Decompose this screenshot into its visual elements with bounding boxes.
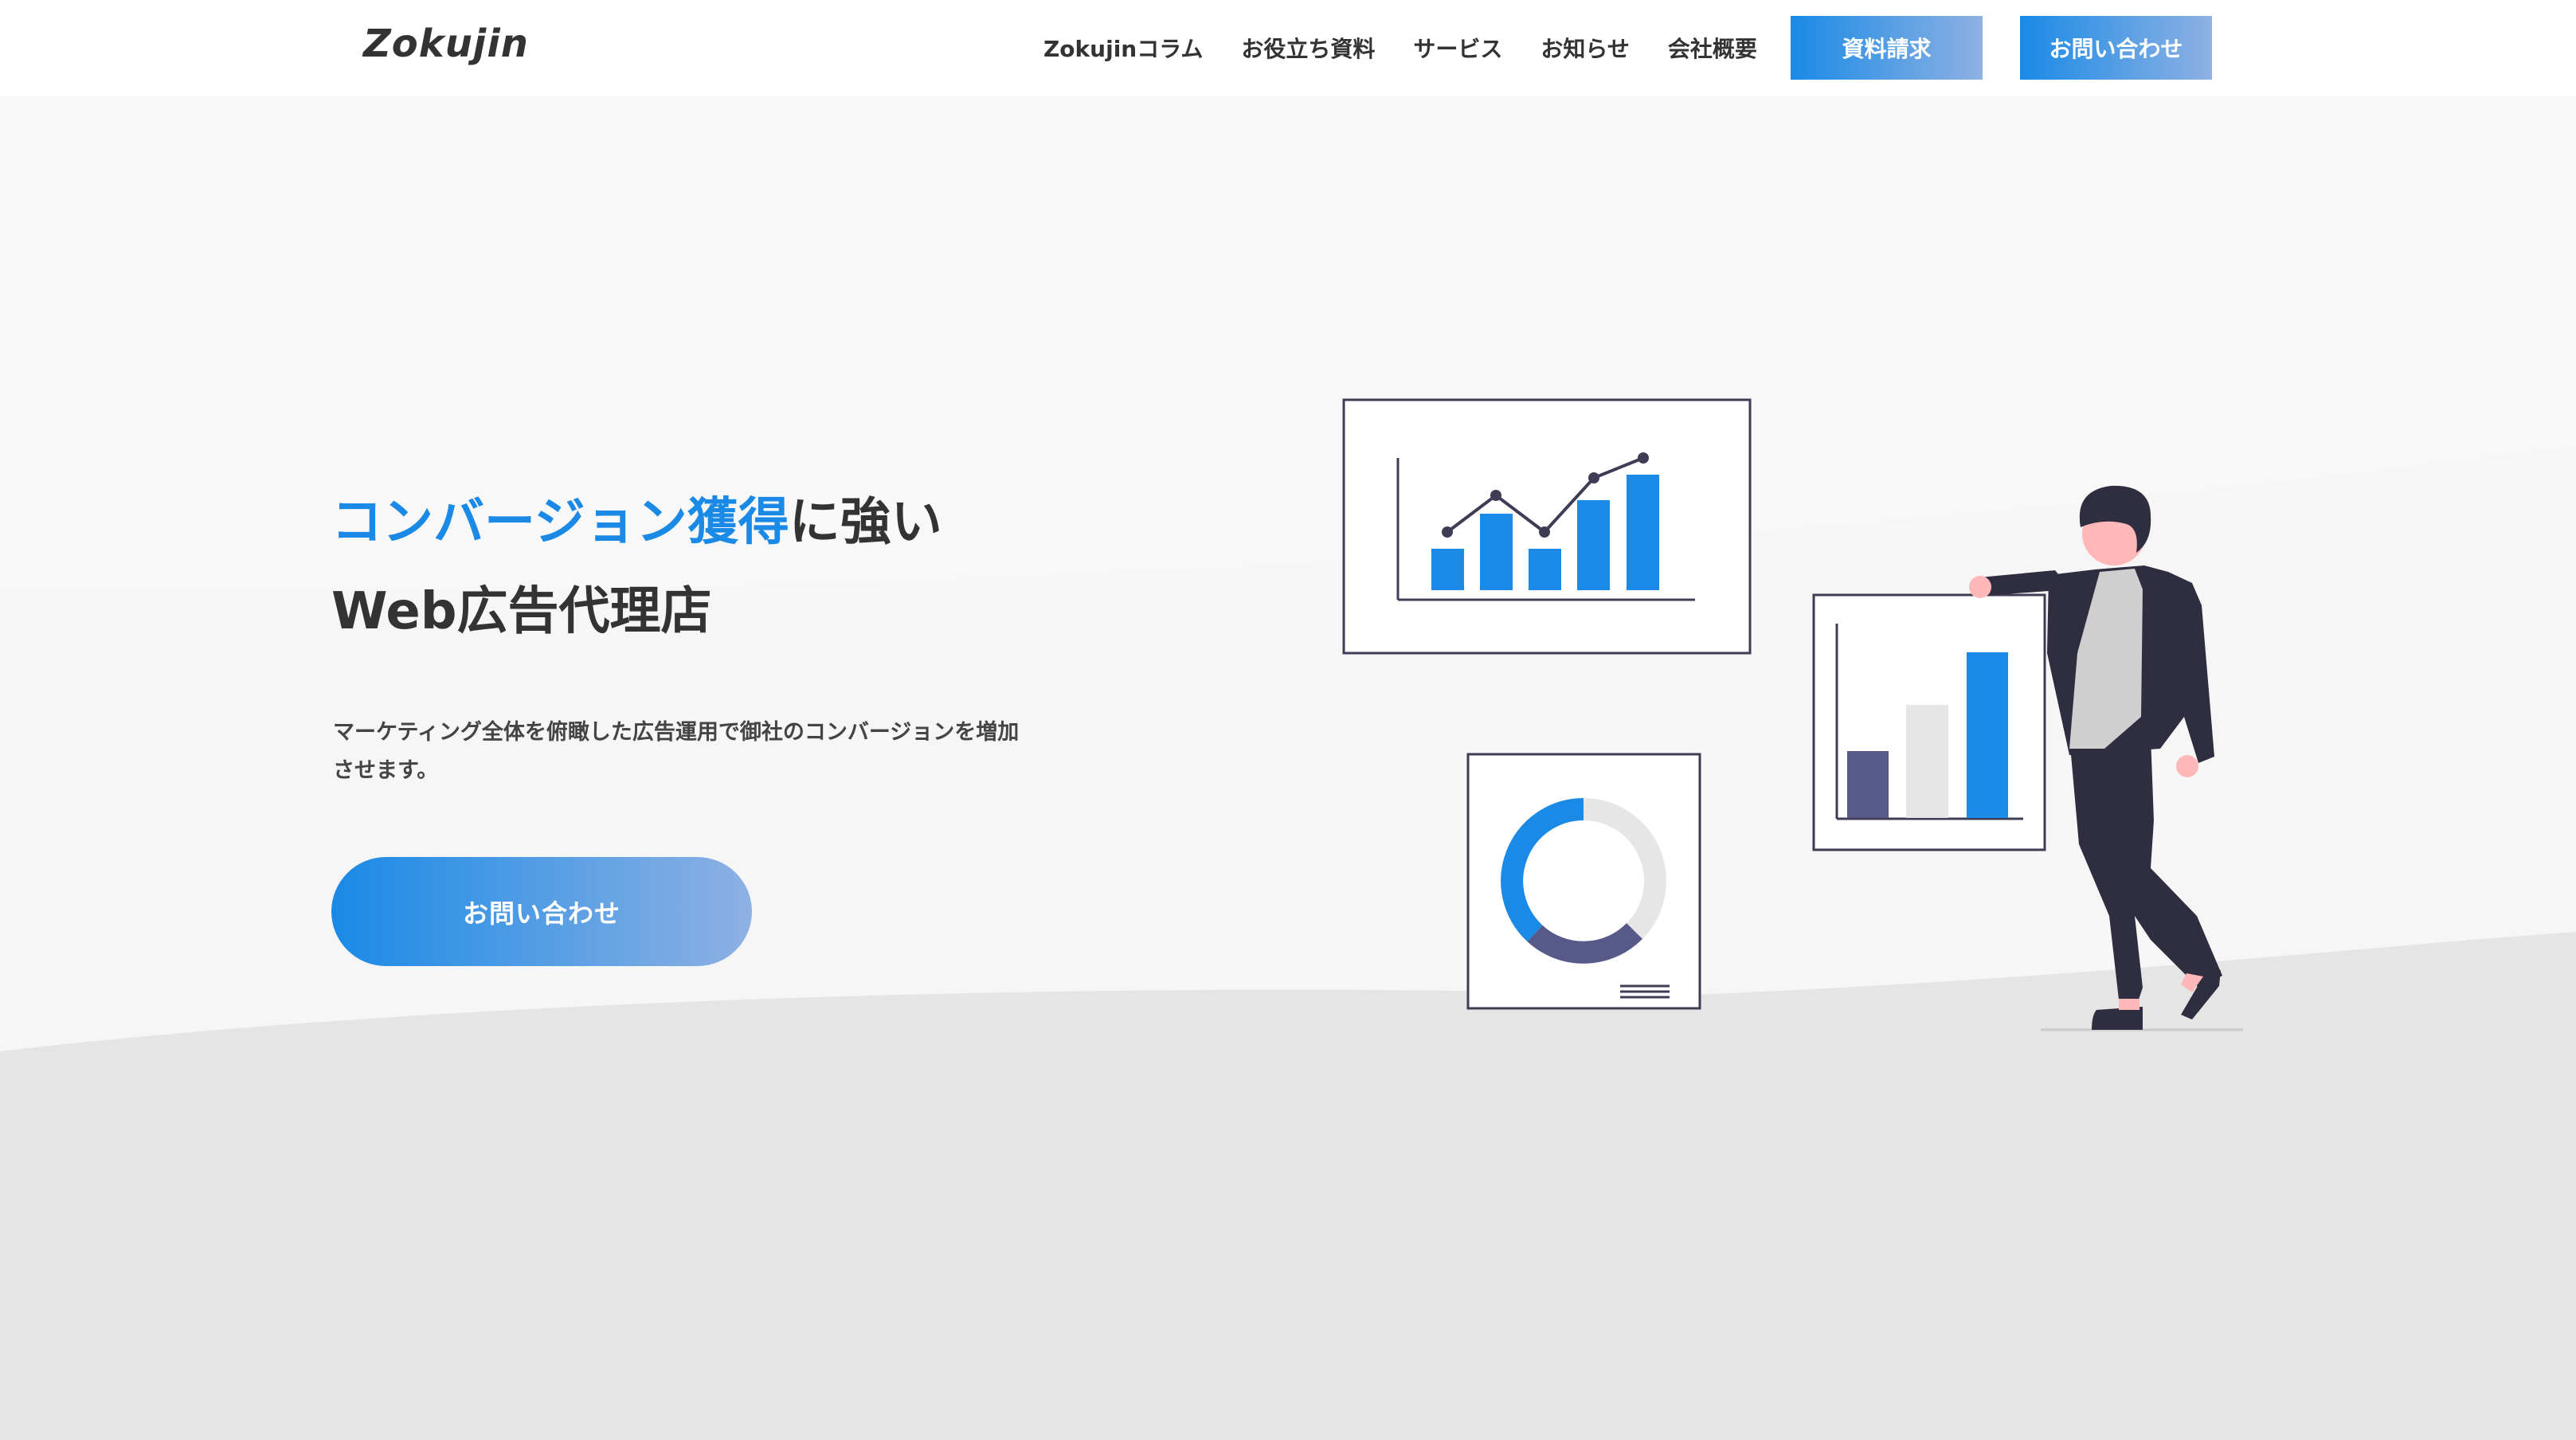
line-bar-chart-icon (1342, 398, 1752, 655)
hero-title-rest: に強い (789, 493, 942, 552)
header-contact-button[interactable]: お問い合わせ (2020, 16, 2212, 80)
hero-title-line2: Web広告代理店 (331, 582, 712, 641)
hero-title-accent: コンバージョン獲得 (331, 493, 789, 552)
site-header: Zokujin Zokujinコラム お役立ち資料 サービス お知らせ 会社概要… (0, 0, 2576, 96)
hero-contact-button[interactable]: お問い合わせ (331, 857, 752, 966)
nav-link-resources[interactable]: お役立ち資料 (1241, 32, 1375, 64)
nav-link-services[interactable]: サービス (1413, 32, 1502, 64)
bar-chart-icon (1812, 593, 2046, 851)
site-logo[interactable]: Zokujin (363, 18, 529, 70)
nav-link-news[interactable]: お知らせ (1541, 32, 1629, 64)
hero-title-line1: コンバージョン獲得に強い (331, 478, 942, 567)
hero-description: マーケティング全体を俯瞰した広告運用で御社のコンバージョンを増加させます。 (333, 720, 1020, 783)
main-nav: Zokujinコラム お役立ち資料 サービス お知らせ 会社概要 (1043, 29, 1795, 67)
request-documents-button[interactable]: 資料請求 (1791, 16, 1983, 80)
hero-title: コンバージョン獲得に強い Web広告代理店 (331, 478, 942, 656)
donut-chart-icon (1466, 753, 1701, 1010)
nav-link-company[interactable]: 会社概要 (1668, 32, 1757, 64)
nav-link-column[interactable]: Zokujinコラム (1043, 32, 1203, 64)
